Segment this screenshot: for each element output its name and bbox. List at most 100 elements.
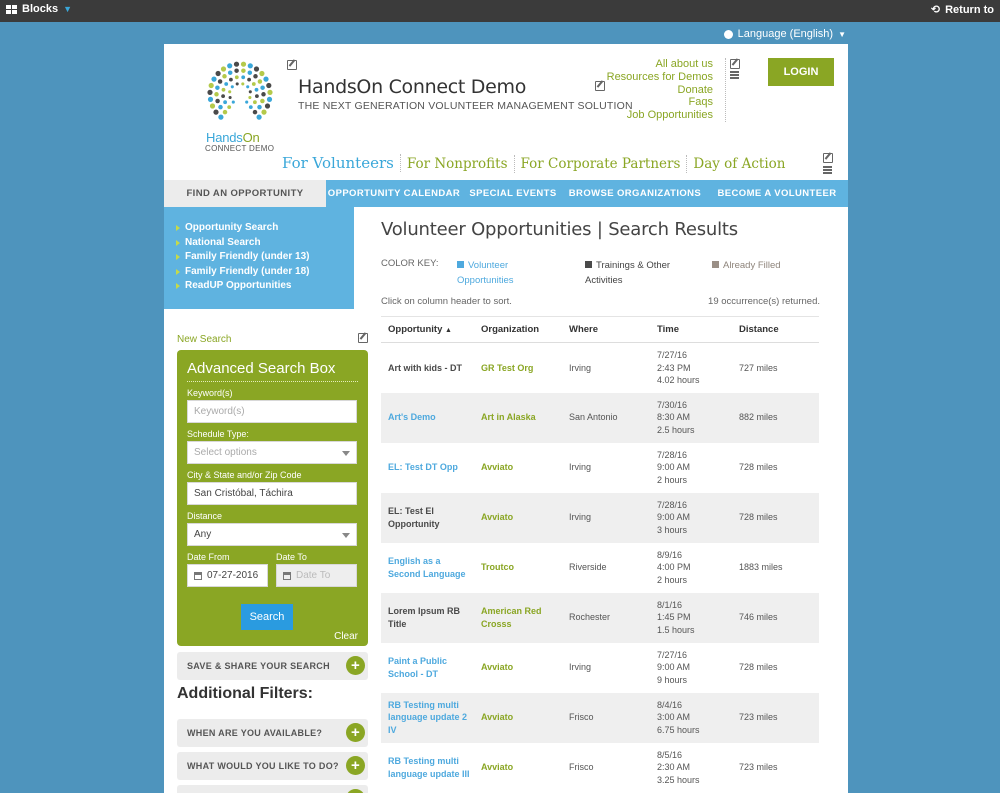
- site-tagline: THE NEXT GENERATION VOLUNTEER MANAGEMENT…: [298, 100, 633, 112]
- top-link-about[interactable]: All about us: [607, 58, 713, 71]
- time-clock: 9:00 AM: [657, 462, 691, 473]
- sidebar-item-opportunity-search[interactable]: Opportunity Search: [176, 221, 354, 236]
- opportunity-cell: RB Testing multi language update III: [381, 743, 474, 793]
- table-row: Art's Demo Art in Alaska San Antonio 7/30/1…: [381, 392, 819, 443]
- sidebar-links: Opportunity Search National Search Famil…: [164, 207, 354, 309]
- edit-icon[interactable]: [730, 59, 740, 69]
- language-selector[interactable]: Language (English) ▼: [723, 28, 846, 40]
- filter-when-label: WHEN ARE YOU AVAILABLE?: [187, 728, 323, 738]
- sub-nav: FIND AN OPPORTUNITY OPPORTUNITY CALENDAR…: [164, 180, 848, 207]
- opportunity-link[interactable]: Paint a Public School - DT: [388, 656, 447, 679]
- time-duration: 2 hours: [657, 574, 688, 585]
- distance-cell: 723 miles: [732, 692, 819, 743]
- nav-for-volunteers[interactable]: For Volunteers: [276, 154, 401, 172]
- opportunity-cell: Art's Demo: [381, 392, 474, 443]
- time-duration: 9 hours: [657, 674, 688, 685]
- column-header-distance[interactable]: Distance: [732, 316, 819, 343]
- opportunity-link[interactable]: RB Testing multi language update 2 IV: [388, 700, 467, 735]
- top-link-faqs[interactable]: Faqs: [607, 96, 713, 109]
- column-header-opportunity[interactable]: Opportunity ▲: [381, 316, 474, 343]
- tab-special-events[interactable]: SPECIAL EVENTS: [462, 180, 564, 207]
- date-to-input[interactable]: Date To: [276, 564, 357, 587]
- tab-opportunity-calendar[interactable]: OPPORTUNITY CALENDAR: [326, 180, 462, 207]
- time-cell: 7/27/16 9:00 AM 9 hours: [650, 643, 732, 693]
- list-icon[interactable]: [730, 71, 739, 79]
- where-cell: Riverside: [569, 562, 607, 573]
- edit-icon[interactable]: [823, 153, 833, 163]
- filter-what-to-do[interactable]: WHAT WOULD YOU LIKE TO DO? +: [177, 752, 368, 780]
- organization-link[interactable]: Avviato: [481, 512, 513, 522]
- top-link-resources[interactable]: Resources for Demos: [607, 71, 713, 84]
- date-to-label: Date To: [276, 552, 307, 562]
- filter-more[interactable]: +: [177, 785, 368, 793]
- where-cell: Irving: [569, 462, 592, 473]
- opportunity-link[interactable]: EL: Test DT Opp: [388, 462, 458, 472]
- save-share-search[interactable]: SAVE & SHARE YOUR SEARCH +: [177, 652, 368, 680]
- edit-icon[interactable]: [358, 333, 368, 343]
- time-clock: 9:00 AM: [657, 662, 691, 673]
- filter-what-label: WHAT WOULD YOU LIKE TO DO?: [187, 761, 339, 771]
- date-from-value: 07-27-2016: [207, 570, 259, 581]
- top-link-jobs[interactable]: Job Opportunities: [607, 109, 713, 122]
- distance-cell: 728 miles: [739, 662, 778, 673]
- organization-link[interactable]: American Red Crosss: [481, 606, 542, 629]
- plus-icon[interactable]: +: [346, 656, 365, 675]
- color-swatch: [457, 261, 464, 268]
- opportunity-link[interactable]: Art's Demo: [388, 412, 436, 422]
- schedule-select[interactable]: Select options: [187, 441, 357, 464]
- time-cell: 7/28/16 9:00 AM 2 hours: [650, 443, 732, 493]
- sidebar-item-family-18[interactable]: Family Friendly (under 18): [176, 265, 354, 280]
- opportunity-link[interactable]: RB Testing multi language update III: [388, 756, 470, 779]
- plus-icon[interactable]: +: [346, 723, 365, 742]
- column-header-where[interactable]: Where: [562, 316, 650, 343]
- edit-icon[interactable]: [595, 81, 605, 91]
- top-link-donate[interactable]: Donate: [607, 84, 713, 97]
- edit-icon[interactable]: [287, 60, 297, 70]
- time-clock: 2:30 AM: [657, 762, 691, 773]
- opportunity-link[interactable]: Lorem Ipsum RB Title: [388, 606, 460, 629]
- tab-become-volunteer[interactable]: BECOME A VOLUNTEER: [706, 180, 848, 207]
- opportunity-link[interactable]: EL: Test El Opportunity: [388, 506, 440, 529]
- nav-day-of-action[interactable]: Day of Action: [687, 155, 791, 173]
- additional-filters-title: Additional Filters:: [177, 685, 313, 702]
- search-button[interactable]: Search: [241, 604, 293, 630]
- nav-corporate-partners[interactable]: For Corporate Partners: [515, 155, 688, 173]
- clear-link[interactable]: Clear: [334, 631, 358, 642]
- blocks-menu[interactable]: Blocks ▼: [6, 3, 72, 15]
- plus-icon[interactable]: +: [346, 756, 365, 775]
- opportunity-link[interactable]: English as a Second Language: [388, 556, 466, 579]
- sort-ascending-icon: ▲: [445, 327, 452, 334]
- date-from-input[interactable]: 07-27-2016: [187, 564, 268, 587]
- tab-browse-organizations[interactable]: BROWSE ORGANIZATIONS: [564, 180, 706, 207]
- time-clock: 8:30 AM: [657, 412, 691, 423]
- organization-link[interactable]: Art in Alaska: [481, 412, 536, 422]
- keyword-input[interactable]: Keyword(s): [187, 400, 357, 423]
- list-icon[interactable]: [823, 166, 832, 174]
- chevron-down-icon: ▼: [838, 29, 846, 39]
- organization-link[interactable]: Avviato: [481, 662, 513, 672]
- results-body: Art with kids - DT GR Test Org Irving 7/27/…: [381, 343, 819, 793]
- organization-link[interactable]: Avviato: [481, 712, 513, 722]
- column-header-time[interactable]: Time: [650, 316, 732, 343]
- organization-link[interactable]: GR Test Org: [481, 363, 533, 373]
- opportunity-link[interactable]: Art with kids - DT: [388, 363, 462, 373]
- save-share-label: SAVE & SHARE YOUR SEARCH: [187, 661, 330, 671]
- organization-link[interactable]: Avviato: [481, 762, 513, 772]
- sidebar-item-national-search[interactable]: National Search: [176, 236, 354, 251]
- organization-link[interactable]: Avviato: [481, 462, 513, 472]
- sidebar-item-family-13[interactable]: Family Friendly (under 13): [176, 250, 354, 265]
- plus-icon[interactable]: +: [346, 789, 365, 793]
- organization-cell: Avviato: [474, 743, 562, 793]
- location-input[interactable]: San Cristóbal, Táchira: [187, 482, 357, 505]
- sidebar-item-readup[interactable]: ReadUP Opportunities: [176, 279, 354, 294]
- nav-for-nonprofits[interactable]: For Nonprofits: [401, 155, 515, 173]
- tab-find-opportunity[interactable]: FIND AN OPPORTUNITY: [164, 180, 326, 207]
- column-header-organization[interactable]: Organization: [474, 316, 562, 343]
- return-to-link[interactable]: ⟲ Return to: [931, 3, 994, 17]
- login-button[interactable]: LOGIN: [768, 58, 834, 86]
- new-search-link[interactable]: New Search: [177, 334, 231, 345]
- organization-link[interactable]: Troutco: [481, 562, 514, 572]
- distance-select[interactable]: Any: [187, 523, 357, 546]
- filter-when-available[interactable]: WHEN ARE YOU AVAILABLE? +: [177, 719, 368, 747]
- time-clock: 2:43 PM: [657, 362, 691, 373]
